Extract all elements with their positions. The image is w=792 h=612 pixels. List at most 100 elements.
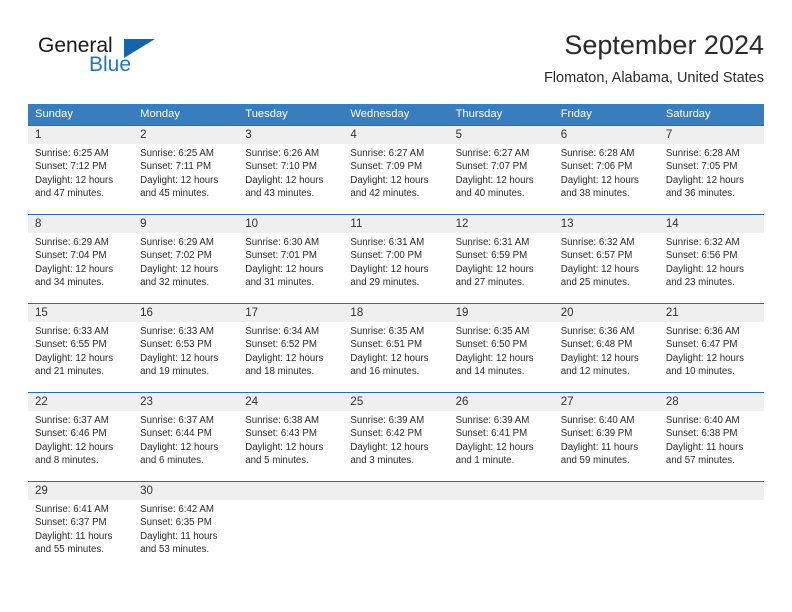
day-cell-empty bbox=[343, 500, 448, 569]
daylight-text-line2: and 5 minutes. bbox=[245, 454, 309, 466]
daylight-text-line1: Daylight: 12 hours bbox=[455, 263, 534, 275]
day-number[interactable]: 4 bbox=[343, 126, 448, 144]
daylight-text-line1: Daylight: 12 hours bbox=[245, 174, 324, 186]
day-cell[interactable]: Sunrise: 6:41 AM Sunset: 6:37 PM Dayligh… bbox=[28, 500, 133, 569]
day-cell[interactable]: Sunrise: 6:39 AM Sunset: 6:41 PM Dayligh… bbox=[449, 411, 554, 480]
sunrise-text: Sunrise: 6:30 AM bbox=[245, 237, 320, 248]
daylight-text-line2: and 18 minutes. bbox=[245, 365, 315, 377]
day-number[interactable]: 10 bbox=[238, 215, 343, 233]
day-number[interactable]: 26 bbox=[449, 393, 554, 411]
day-cell[interactable]: Sunrise: 6:31 AM Sunset: 6:59 PM Dayligh… bbox=[449, 233, 554, 302]
daylight-text-line2: and 53 minutes. bbox=[140, 543, 210, 555]
day-number[interactable]: 23 bbox=[133, 393, 238, 411]
day-cell[interactable]: Sunrise: 6:28 AM Sunset: 7:05 PM Dayligh… bbox=[659, 144, 764, 213]
day-cell[interactable]: Sunrise: 6:27 AM Sunset: 7:09 PM Dayligh… bbox=[343, 144, 448, 213]
sunset-text: Sunset: 7:11 PM bbox=[140, 161, 212, 173]
day-number[interactable]: 15 bbox=[28, 304, 133, 322]
day-cell[interactable]: Sunrise: 6:33 AM Sunset: 6:55 PM Dayligh… bbox=[28, 322, 133, 391]
day-number[interactable]: 20 bbox=[554, 304, 659, 322]
page-subtitle: Flomaton, Alabama, United States bbox=[543, 70, 764, 86]
day-cell[interactable]: Sunrise: 6:26 AM Sunset: 7:10 PM Dayligh… bbox=[238, 144, 343, 213]
day-number[interactable]: 29 bbox=[28, 482, 133, 500]
day-cell[interactable]: Sunrise: 6:25 AM Sunset: 7:11 PM Dayligh… bbox=[133, 144, 238, 213]
day-number[interactable]: 8 bbox=[28, 215, 133, 233]
day-cell[interactable]: Sunrise: 6:35 AM Sunset: 6:50 PM Dayligh… bbox=[449, 322, 554, 391]
day-cell[interactable]: Sunrise: 6:40 AM Sunset: 6:38 PM Dayligh… bbox=[659, 411, 764, 480]
daylight-text-line1: Daylight: 12 hours bbox=[35, 352, 114, 364]
day-number[interactable]: 17 bbox=[238, 304, 343, 322]
daylight-text-line1: Daylight: 12 hours bbox=[455, 352, 534, 364]
day-cell-row: Sunrise: 6:41 AM Sunset: 6:37 PM Dayligh… bbox=[28, 500, 764, 569]
sunset-text: Sunset: 7:05 PM bbox=[665, 161, 738, 173]
daylight-text-line2: and 16 minutes. bbox=[350, 365, 420, 377]
sunset-text: Sunset: 6:47 PM bbox=[665, 339, 738, 351]
day-cell[interactable]: Sunrise: 6:33 AM Sunset: 6:53 PM Dayligh… bbox=[133, 322, 238, 391]
day-cell[interactable]: Sunrise: 6:32 AM Sunset: 6:57 PM Dayligh… bbox=[554, 233, 659, 302]
daylight-text-line1: Daylight: 11 hours bbox=[35, 530, 113, 542]
daylight-text-line2: and 25 minutes. bbox=[560, 276, 630, 288]
day-number[interactable]: 22 bbox=[28, 393, 133, 411]
day-cell[interactable]: Sunrise: 6:28 AM Sunset: 7:06 PM Dayligh… bbox=[554, 144, 659, 213]
day-cell[interactable]: Sunrise: 6:34 AM Sunset: 6:52 PM Dayligh… bbox=[238, 322, 343, 391]
day-cell[interactable]: Sunrise: 6:40 AM Sunset: 6:39 PM Dayligh… bbox=[554, 411, 659, 480]
day-number[interactable]: 3 bbox=[238, 126, 343, 144]
day-number[interactable]: 11 bbox=[343, 215, 448, 233]
weekday-header-thursday: Thursday bbox=[455, 108, 503, 120]
day-number[interactable]: 12 bbox=[449, 215, 554, 233]
day-cell[interactable]: Sunrise: 6:36 AM Sunset: 6:48 PM Dayligh… bbox=[554, 322, 659, 391]
day-number[interactable]: 18 bbox=[343, 304, 448, 322]
day-number[interactable]: 25 bbox=[343, 393, 448, 411]
day-number[interactable]: 19 bbox=[449, 304, 554, 322]
day-cell[interactable]: Sunrise: 6:25 AM Sunset: 7:12 PM Dayligh… bbox=[28, 144, 133, 213]
day-cell[interactable]: Sunrise: 6:39 AM Sunset: 6:42 PM Dayligh… bbox=[343, 411, 448, 480]
sunrise-text: Sunrise: 6:29 AM bbox=[140, 237, 214, 248]
sunset-text: Sunset: 6:37 PM bbox=[35, 517, 107, 529]
day-cell[interactable]: Sunrise: 6:29 AM Sunset: 7:02 PM Dayligh… bbox=[133, 233, 238, 302]
day-number[interactable]: 13 bbox=[554, 215, 659, 233]
day-cell[interactable]: Sunrise: 6:37 AM Sunset: 6:46 PM Dayligh… bbox=[28, 411, 133, 480]
sunset-text: Sunset: 7:04 PM bbox=[35, 250, 107, 262]
day-number[interactable]: 28 bbox=[659, 393, 764, 411]
sunrise-text: Sunrise: 6:31 AM bbox=[455, 237, 530, 248]
daylight-text-line2: and 19 minutes. bbox=[140, 365, 210, 377]
sunset-text: Sunset: 6:43 PM bbox=[245, 428, 317, 440]
daylight-text-line2: and 6 minutes. bbox=[140, 454, 204, 466]
day-cell[interactable]: Sunrise: 6:36 AM Sunset: 6:47 PM Dayligh… bbox=[659, 322, 764, 391]
day-number[interactable]: 24 bbox=[238, 393, 343, 411]
day-cell-empty bbox=[449, 500, 554, 569]
sunrise-text: Sunrise: 6:29 AM bbox=[35, 237, 109, 248]
day-cell[interactable]: Sunrise: 6:42 AM Sunset: 6:35 PM Dayligh… bbox=[133, 500, 238, 569]
sunset-text: Sunset: 6:51 PM bbox=[350, 339, 423, 351]
day-number[interactable]: 5 bbox=[449, 126, 554, 144]
sunset-text: Sunset: 6:38 PM bbox=[665, 428, 738, 440]
day-cell[interactable]: Sunrise: 6:29 AM Sunset: 7:04 PM Dayligh… bbox=[28, 233, 133, 302]
day-number[interactable]: 9 bbox=[133, 215, 238, 233]
day-cell[interactable]: Sunrise: 6:37 AM Sunset: 6:44 PM Dayligh… bbox=[133, 411, 238, 480]
sunset-text: Sunset: 6:57 PM bbox=[560, 250, 633, 262]
day-cell[interactable]: Sunrise: 6:32 AM Sunset: 6:56 PM Dayligh… bbox=[659, 233, 764, 302]
calendar-week-row: 29 30 Sunrise: 6:41 AM Sunset: 6:37 PM D… bbox=[28, 481, 764, 570]
daylight-text-line1: Daylight: 11 hours bbox=[560, 441, 639, 453]
day-number[interactable]: 16 bbox=[133, 304, 238, 322]
day-number[interactable]: 21 bbox=[659, 304, 764, 322]
day-number-empty bbox=[449, 482, 554, 500]
sunrise-text: Sunrise: 6:35 AM bbox=[350, 326, 425, 337]
brand-logo[interactable]: General Blue bbox=[28, 28, 248, 88]
sunrise-text: Sunrise: 6:31 AM bbox=[350, 237, 425, 248]
day-number[interactable]: 6 bbox=[554, 126, 659, 144]
day-number[interactable]: 2 bbox=[133, 126, 238, 144]
day-number[interactable]: 30 bbox=[133, 482, 238, 500]
day-cell[interactable]: Sunrise: 6:31 AM Sunset: 7:00 PM Dayligh… bbox=[343, 233, 448, 302]
day-cell[interactable]: Sunrise: 6:35 AM Sunset: 6:51 PM Dayligh… bbox=[343, 322, 448, 391]
sunrise-text: Sunrise: 6:37 AM bbox=[140, 415, 214, 426]
day-number[interactable]: 14 bbox=[659, 215, 764, 233]
day-cell[interactable]: Sunrise: 6:38 AM Sunset: 6:43 PM Dayligh… bbox=[238, 411, 343, 480]
day-number[interactable]: 27 bbox=[554, 393, 659, 411]
sunrise-text: Sunrise: 6:25 AM bbox=[35, 148, 109, 159]
day-cell[interactable]: Sunrise: 6:27 AM Sunset: 7:07 PM Dayligh… bbox=[449, 144, 554, 213]
sunrise-text: Sunrise: 6:35 AM bbox=[455, 326, 530, 337]
day-number[interactable]: 7 bbox=[659, 126, 764, 144]
daylight-text-line1: Daylight: 12 hours bbox=[245, 263, 324, 275]
day-number[interactable]: 1 bbox=[28, 126, 133, 144]
day-cell[interactable]: Sunrise: 6:30 AM Sunset: 7:01 PM Dayligh… bbox=[238, 233, 343, 302]
